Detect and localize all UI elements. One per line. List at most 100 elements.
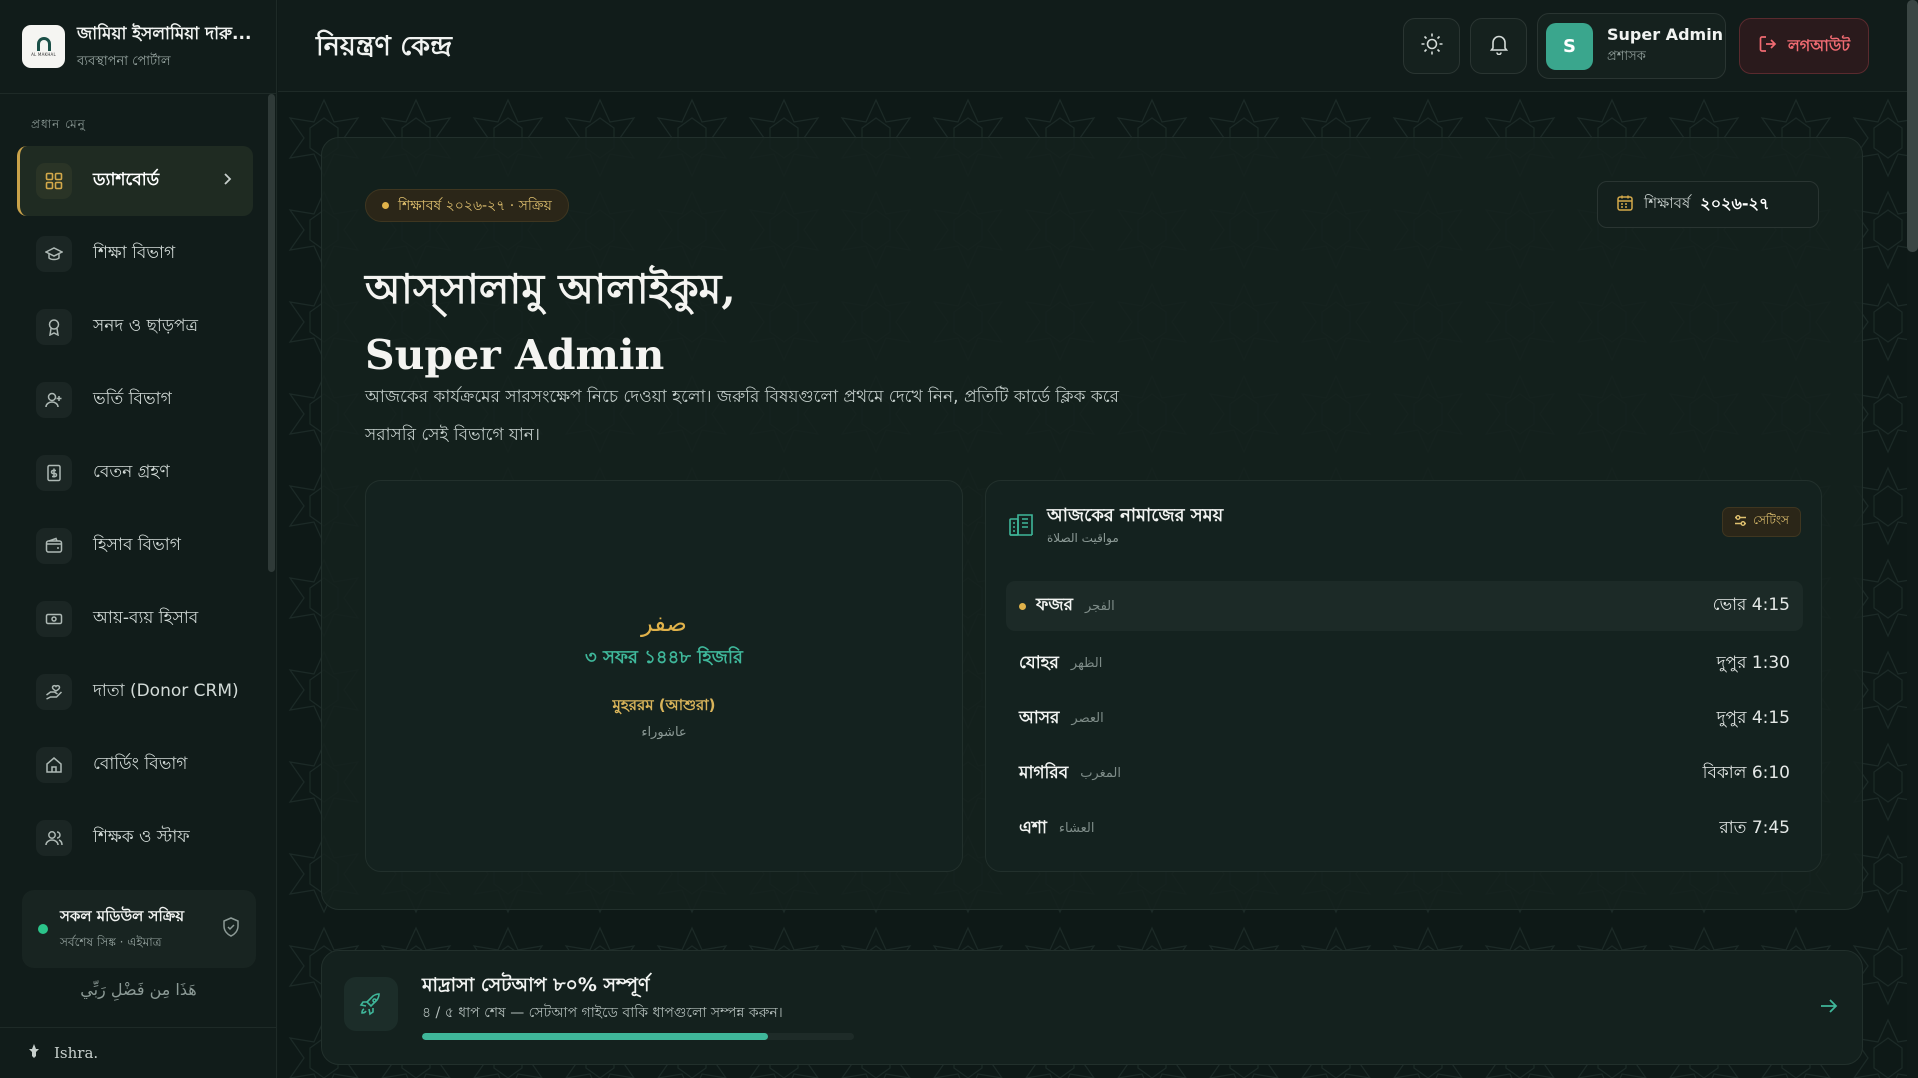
module-status-card: সকল মডিউল সক্রিয় সর্বশেষ সিঙ্ক · এইমাত্…: [22, 890, 256, 968]
user-plus-icon: [36, 382, 72, 418]
sidebar-item-label: শিক্ষক ও স্টাফ: [93, 827, 190, 847]
sidebar-item-label: ড্যাশবোর্ড: [93, 170, 160, 190]
sidebar-item-donor-crm[interactable]: দাতা (Donor CRM): [17, 657, 253, 727]
avatar: S: [1546, 22, 1593, 70]
wallet-icon: [36, 528, 72, 564]
page-title: নিয়ন্ত্রণ কেন্দ্র: [316, 31, 452, 62]
sidebar-item-dashboard[interactable]: ড্যাশবোর্ড: [17, 146, 253, 216]
sidebar-item-label: বোর্ডিং বিভাগ: [93, 754, 188, 774]
hijri-month-arabic: صفر: [641, 609, 687, 637]
brand[interactable]: AL MAKHAL জামিয়া ইসলামিয়া দারু... ব্যব…: [0, 0, 276, 94]
users-icon: [36, 820, 72, 856]
setup-progress-card[interactable]: মাদ্রাসা সেটআপ ৮০% সম্পূর্ণ ৪ / ৫ ধাপ শে…: [321, 950, 1863, 1065]
prayer-time: ভোর 4:15: [1712, 595, 1790, 615]
status-title: সকল মডিউল সক্রিয়: [60, 906, 185, 925]
prayer-name-arabic: الفجر: [1085, 598, 1115, 614]
prayer-name: এশা: [1019, 817, 1047, 838]
prayer-name: আসর: [1019, 707, 1060, 728]
sidebar-item-fee-collection[interactable]: বেতন গ্রহণ: [17, 438, 253, 508]
sidebar-arabic-verse: هَذَا مِن فَضْلِ رَبِّي: [80, 980, 197, 999]
prayer-time: দুপুর 4:15: [1716, 707, 1790, 728]
hijri-date-card[interactable]: صفر ৩ সফর ১৪৪৮ হিজরি মুহররম (আশুরা) عاشو…: [365, 480, 963, 872]
hijri-event: মুহররম (আশুরা): [612, 696, 716, 714]
bell-icon: [1488, 33, 1510, 59]
graduation-cap-icon: [36, 236, 72, 272]
rocket-icon: [344, 977, 398, 1031]
sidebar-item-accounts[interactable]: হিসাব বিভাগ: [17, 511, 253, 581]
cash-icon: [36, 601, 72, 637]
arrow-right-icon[interactable]: [1818, 995, 1840, 1021]
prayer-card-title: আজকের নামাজের সময়: [1047, 505, 1224, 526]
greeting-line: আস্‌সালামু আলাইকুম,: [365, 265, 736, 313]
sidebar-item-education[interactable]: শিক্ষা বিভাগ: [17, 219, 253, 289]
academic-year-selector[interactable]: শিক্ষাবর্ষ ২০২৬-২৭: [1597, 181, 1819, 228]
setup-progress-fill: [422, 1033, 768, 1040]
logout-icon: [1758, 34, 1778, 58]
logout-button[interactable]: লগআউট: [1739, 18, 1869, 74]
sidebar-menu: ড্যাশবোর্ড শিক্ষা বিভাগ সনদ ও ছাড়পত্র ভ…: [17, 146, 253, 876]
session-status-badge: শিক্ষাবর্ষ ২০২৬-২৭ · সক্রিয়: [365, 189, 569, 222]
setup-progress-bar: [422, 1033, 854, 1040]
menu-section-label: প্রধান মেনু: [31, 117, 86, 131]
sidebar-item-boarding[interactable]: বোর্ডিং বিভাগ: [17, 730, 253, 800]
shield-check-icon: [222, 917, 240, 941]
intro-text: আজকের কার্যক্রমের সারসংক্ষেপ নিচে দেওয়া…: [365, 387, 1119, 445]
award-icon: [36, 309, 72, 345]
theme-toggle-button[interactable]: [1403, 18, 1460, 74]
calendar-icon: [1616, 194, 1634, 216]
sidebar-item-label: বেতন গ্রহণ: [93, 462, 170, 482]
topbar: নিয়ন্ত্রণ কেন্দ্র S Super Admin প্রশাসক…: [278, 0, 1918, 92]
academic-year-label: শিক্ষাবর্ষ: [1644, 194, 1691, 212]
prayer-card-subtitle: مواقيت الصلاة: [1047, 531, 1119, 545]
main-content: শিক্ষাবর্ষ ২০২৬-২৭ · সক্রিয় শিক্ষাবর্ষ …: [278, 92, 1907, 1078]
prayer-list: ফজর الفجر ভোর 4:15 যোহর الظهر দুপুর 1:30…: [1006, 581, 1803, 856]
grid-icon: [36, 163, 72, 199]
hand-heart-icon: [36, 674, 72, 710]
notifications-button[interactable]: [1470, 18, 1527, 74]
hijri-date: ৩ সফর ১৪৪৮ হিজরি: [585, 647, 743, 668]
prayer-row: আসর العصر দুপুর 4:15: [1006, 691, 1803, 746]
status-dot: [38, 924, 48, 934]
welcome-hero: শিক্ষাবর্ষ ২০২৬-২৭ · সক্রিয় শিক্ষাবর্ষ …: [321, 137, 1863, 910]
setup-title: মাদ্রাসা সেটআপ ৮০% সম্পূর্ণ: [422, 974, 650, 996]
sidebar-item-admission[interactable]: ভর্তি বিভাগ: [17, 365, 253, 435]
prayer-name: মাগরিব: [1019, 762, 1069, 783]
logout-label: লগআউট: [1787, 35, 1851, 55]
prayer-times-card: আজকের নামাজের সময় مواقيت الصلاة সেটিংস …: [985, 480, 1822, 872]
sidebar-item-label: দাতা (Donor CRM): [93, 681, 239, 701]
footer-user-name: Ishra.: [54, 1044, 99, 1062]
sidebar-item-income-expense[interactable]: আয়-ব্যয় হিসাব: [17, 584, 253, 654]
prayer-time: বিকাল 6:10: [1702, 762, 1790, 783]
sidebar-item-label: হিসাব বিভাগ: [93, 535, 181, 555]
brand-title: জামিয়া ইসলামিয়া দারু...: [77, 23, 252, 44]
sidebar-item-certificates[interactable]: সনদ ও ছাড়পত্র: [17, 292, 253, 362]
current-prayer-dot: [1019, 602, 1026, 610]
status-subtitle: সর্বশেষ সিঙ্ক · এইমাত্র: [60, 934, 162, 949]
pin-icon: [28, 1044, 40, 1062]
prayer-name-arabic: الظهر: [1070, 656, 1103, 671]
prayer-row: এশা العشاء রাত 7:45: [1006, 801, 1803, 856]
prayer-settings-label: সেটিংস: [1753, 513, 1789, 527]
prayer-settings-button[interactable]: সেটিংস: [1722, 507, 1801, 537]
chevron-right-icon: [223, 171, 233, 190]
prayer-name: যোহর: [1019, 652, 1059, 673]
user-menu[interactable]: S Super Admin প্রশাসক: [1537, 13, 1726, 79]
sun-icon: [1420, 32, 1444, 60]
sidebar-footer-user[interactable]: Ishra.: [0, 1027, 277, 1078]
sidebar-item-label: সনদ ও ছাড়পত্র: [93, 316, 199, 336]
setup-subtitle: ৪ / ৫ ধাপ শেষ — সেটআপ গাইডে বাকি ধাপগুলো…: [422, 1005, 783, 1021]
sidebar-item-label: আয়-ব্যয় হিসাব: [93, 608, 199, 628]
sidebar-item-teachers-staff[interactable]: শিক্ষক ও স্টাফ: [17, 803, 253, 873]
user-role: প্রশাসক: [1607, 48, 1646, 64]
sidebar: AL MAKHAL জামিয়া ইসলামিয়া দারু... ব্যব…: [0, 0, 277, 1078]
page-scrollbar[interactable]: [1907, 0, 1918, 252]
prayer-time: দুপুর 1:30: [1716, 652, 1790, 673]
session-status-text: শিক্ষাবর্ষ ২০২৬-২৭ · সক্রিয়: [398, 197, 552, 214]
user-name: Super Admin: [1607, 24, 1724, 44]
sidebar-item-label: ভর্তি বিভাগ: [93, 389, 172, 409]
prayer-name-arabic: العصر: [1071, 711, 1104, 726]
hijri-event-arabic: عاشوراء: [641, 725, 687, 740]
prayer-name: ফজর: [1036, 595, 1073, 615]
receipt-icon: [36, 455, 72, 491]
sidebar-scrollbar[interactable]: [268, 94, 275, 572]
